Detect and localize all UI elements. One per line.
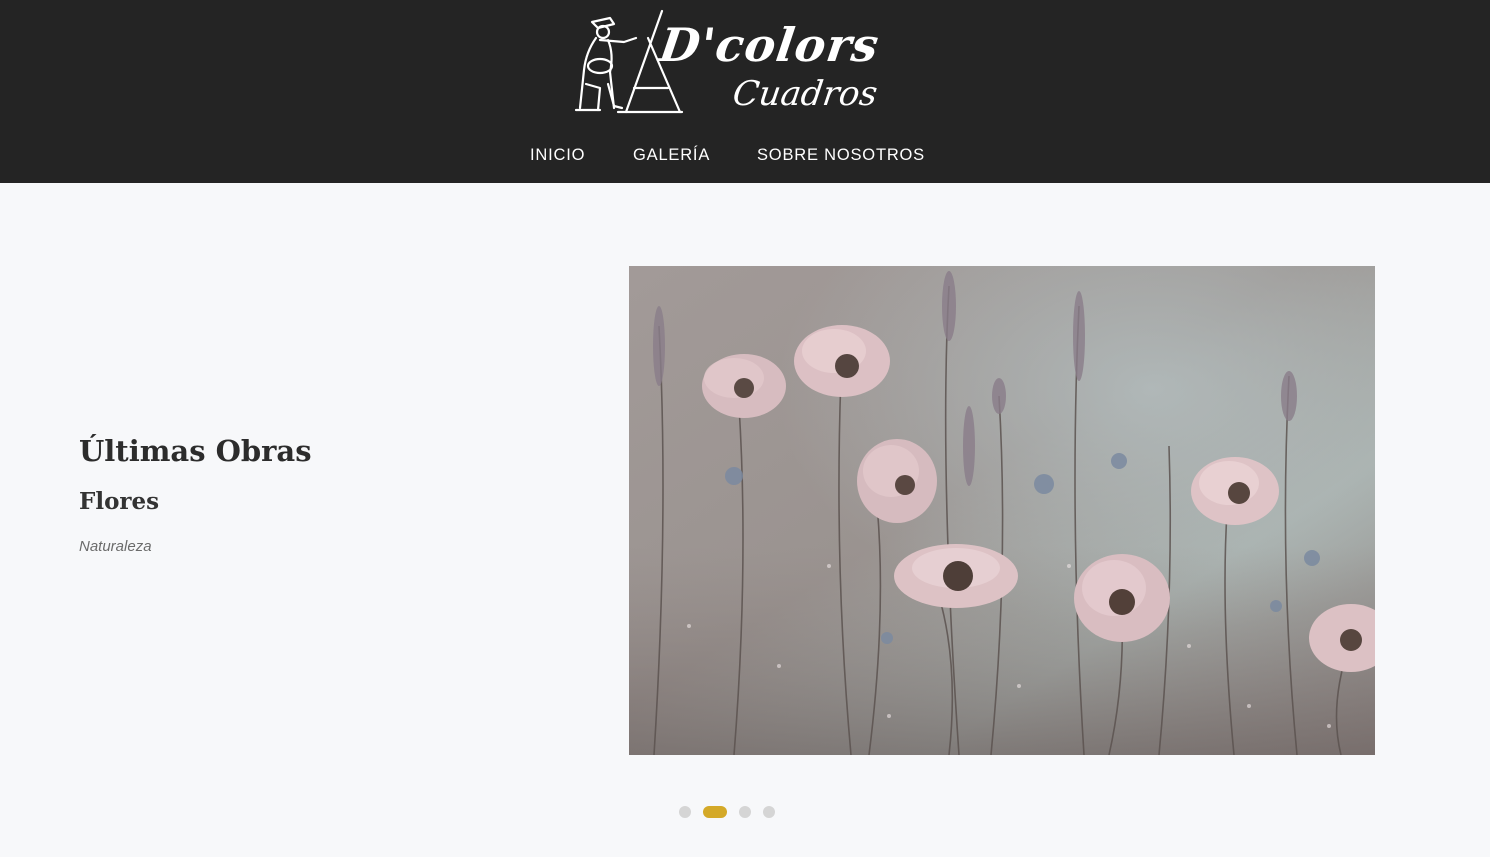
slider-pagination [0,806,1490,818]
artwork-image[interactable] [629,266,1375,755]
main-nav: INICIO GALERÍA SOBRE NOSOTROS [0,146,1490,170]
slider-dot[interactable] [739,806,751,818]
nav-item-sobre-nosotros[interactable]: SOBRE NOSOTROS [757,146,925,165]
slider-dot[interactable] [763,806,775,818]
nav-item-inicio[interactable]: INICIO [530,146,585,165]
flower-painting-image [629,266,1375,755]
slider-dot-active[interactable] [703,806,727,818]
site-logo[interactable]: D'colors Cuadros [570,8,890,116]
slider-dot[interactable] [679,806,691,818]
logo-brand-text: D'colors [656,18,883,72]
logo-subtitle-text: Cuadros [730,74,880,114]
site-header: D'colors Cuadros INICIO GALERÍA SOBRE NO… [0,0,1490,183]
artwork-title: Flores [79,488,160,515]
artwork-category: Naturaleza [79,538,152,555]
section-heading: Últimas Obras [79,434,312,468]
nav-item-galeria[interactable]: GALERÍA [633,146,710,165]
